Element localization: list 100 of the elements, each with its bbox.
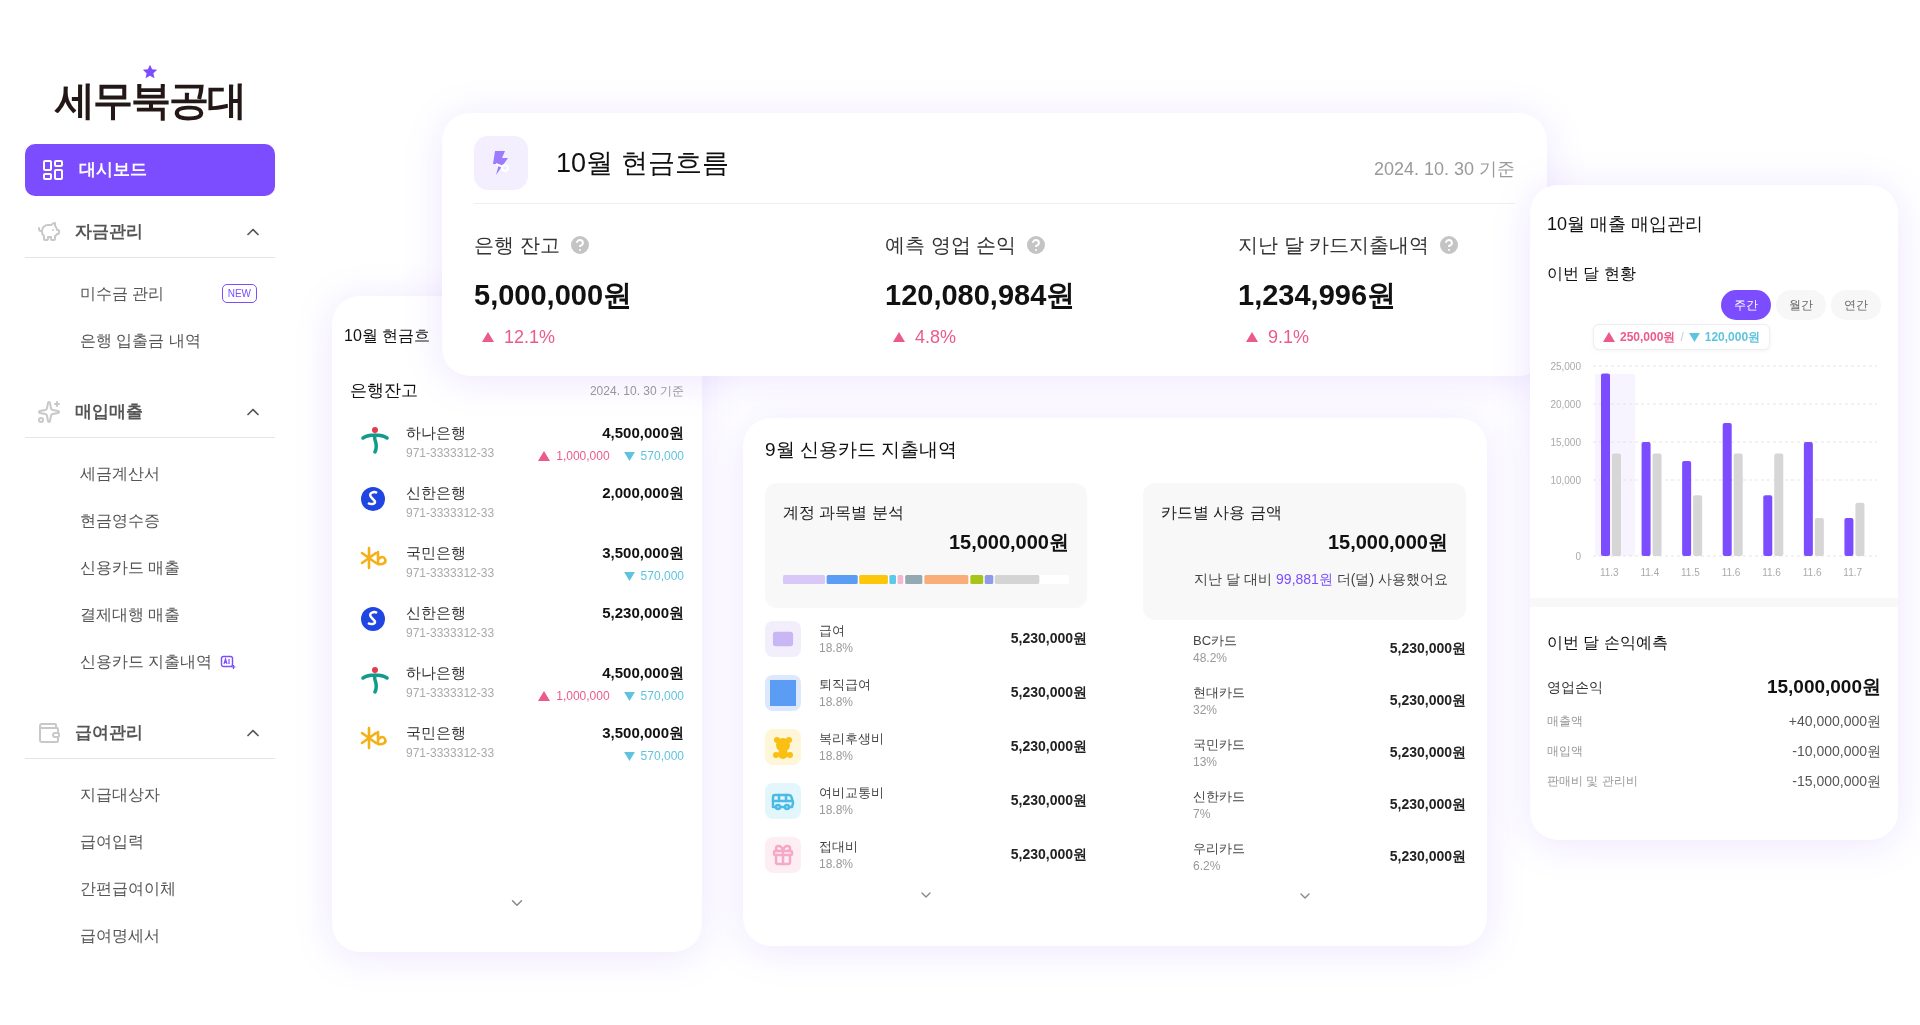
account-number: 971-3333312-33 <box>406 445 495 462</box>
star-icon <box>142 64 158 80</box>
nav-item[interactable]: 대시보드 <box>25 144 275 196</box>
bank-name: 하나은행 <box>406 662 467 683</box>
card-name: 우리카드 <box>1193 839 1245 858</box>
card-title: 10월 현금흐름 <box>556 146 729 180</box>
section-title: 이번 달 손익예측 <box>1547 633 1669 653</box>
tooltip-purchase: 120,000원 <box>1704 329 1761 346</box>
account-number: 971-3333312-33 <box>406 685 495 702</box>
card-title: 9월 신용카드 지출내역 <box>765 439 958 460</box>
account-number: 971-3333312-33 <box>406 745 495 762</box>
total-amount: 15,000,000원 <box>1327 529 1448 555</box>
axis-tick-label: 0 <box>1575 551 1581 562</box>
withdrawal-amount: 570,000 <box>640 688 684 705</box>
axis-tick-label: 11.4 <box>1640 567 1660 578</box>
balance-amount: 4,500,000원 <box>602 422 684 443</box>
period-tab[interactable]: 월간 <box>1776 290 1826 320</box>
bank-name: 하나은행 <box>406 422 467 443</box>
nav-link[interactable]: 은행 입출금 내역 <box>80 328 201 353</box>
forecast-value: 15,000,000원 <box>1766 675 1881 699</box>
section-title: 급여관리 <box>75 721 143 744</box>
nav-link[interactable]: 지급대상자 <box>80 782 160 807</box>
tooltip-separator: / <box>1680 329 1684 346</box>
up-triangle-icon <box>1603 332 1615 342</box>
card-amount: 5,230,000원 <box>1389 691 1466 710</box>
axis-tick-label: 11.7 <box>1843 567 1863 578</box>
period-tab[interactable]: 주간 <box>1721 290 1771 320</box>
axis-tick-label: 25,000 <box>1550 361 1581 372</box>
bank-logo-icon <box>360 425 390 454</box>
category-amount: 5,230,000원 <box>1010 629 1087 648</box>
bank-logo-icon <box>360 485 386 512</box>
axis-tick-label: 11.3 <box>1599 567 1619 578</box>
category-amount: 5,230,000원 <box>1010 845 1087 864</box>
logo[interactable]: 세무북공대 <box>55 80 245 120</box>
balance-amount: 4,500,000원 <box>602 662 684 683</box>
date-label: 2024. 10. 30 기준 <box>589 382 684 400</box>
bear-icon <box>771 734 795 759</box>
card-amount: 5,230,000원 <box>1389 743 1466 762</box>
category-name: 접대비 <box>819 837 858 856</box>
nav-link[interactable]: 현금영수증 <box>80 508 160 533</box>
card-share: 6.2% <box>1193 857 1222 874</box>
date-label: 2024. 10. 30 기준 <box>1373 157 1515 181</box>
metric-value: 1,234,996원 <box>1238 278 1397 313</box>
card-name: 국민카드 <box>1193 735 1245 754</box>
deposit-amount: 1,000,000 <box>556 448 610 465</box>
section-title: 매입매출 <box>75 400 143 423</box>
nav-link[interactable]: 간편급여이체 <box>80 876 176 901</box>
category-name: 급여 <box>819 621 846 640</box>
balance-amount: 3,500,000원 <box>602 722 684 743</box>
dashboard-icon <box>41 158 65 182</box>
bank-name: 국민은행 <box>406 542 467 563</box>
nav-link[interactable]: 신용카드 지출내역 <box>80 649 213 674</box>
axis-tick-label: 11.6 <box>1762 567 1781 578</box>
nav-link[interactable]: 신용카드 매출 <box>80 555 181 580</box>
up-triangle-icon <box>538 691 551 701</box>
down-triangle-icon <box>623 691 635 701</box>
cashflow-icon <box>474 136 528 190</box>
nav-link[interactable]: 세금계산서 <box>80 461 160 486</box>
account-number: 971-3333312-33 <box>406 565 495 582</box>
category-share: 18.8% <box>819 639 854 656</box>
bank-logo-icon <box>360 545 390 570</box>
card-amount: 5,230,000원 <box>1389 847 1466 866</box>
category-name: 여비교통비 <box>819 783 884 802</box>
change-value: 12.1% <box>504 325 556 349</box>
metric-label: 지난 달 카드지출내역 <box>1238 233 1430 258</box>
nav-link[interactable]: 미수금 관리 <box>80 281 165 306</box>
tooltip-sales: 250,000원 <box>1620 329 1676 346</box>
nav-link[interactable]: 급여입력 <box>80 829 144 854</box>
deposit-amount: 1,000,000 <box>556 688 610 705</box>
forecast-label: 매출액 <box>1547 713 1583 730</box>
card-share: 7% <box>1193 805 1212 822</box>
down-triangle-icon <box>623 451 635 461</box>
withdrawal-amount: 570,000 <box>640 748 684 765</box>
forecast-value: -15,000,000원 <box>1792 771 1881 791</box>
nav-link[interactable]: 급여명세서 <box>80 923 160 948</box>
balance-amount: 3,500,000원 <box>602 542 684 563</box>
card-share: 13% <box>1193 753 1219 770</box>
piggy-bank-icon <box>37 219 61 244</box>
category-name: 퇴직급여 <box>819 675 871 694</box>
chart-bar <box>1844 518 1854 556</box>
nav-link[interactable]: 결제대행 매출 <box>80 602 181 627</box>
sparkles-icon <box>37 399 61 424</box>
change-value: 4.8% <box>915 325 957 349</box>
card-name: 신한카드 <box>1193 787 1245 806</box>
category-share: 18.8% <box>819 747 855 764</box>
category-amount: 5,230,000원 <box>1010 791 1087 810</box>
period-tab[interactable]: 연간 <box>1831 290 1881 320</box>
wallet-icon <box>37 720 61 745</box>
category-name: 복리후생비 <box>819 729 884 748</box>
down-triangle-icon <box>1688 332 1700 342</box>
panel-title: 계정 과목별 분석 <box>783 502 904 523</box>
account-number: 971-3333312-33 <box>406 505 495 522</box>
card-share: 48.2% <box>1193 649 1229 666</box>
axis-tick-label: 11.6 <box>1802 567 1822 578</box>
card-share: 32% <box>1193 701 1219 718</box>
bank-logo-icon <box>360 665 390 694</box>
card-amount: 5,230,000원 <box>1389 795 1466 814</box>
up-triangle-icon <box>1246 332 1258 342</box>
chart-bar <box>1855 502 1865 556</box>
metric-label: 예측 영업 손익 <box>885 233 1017 258</box>
